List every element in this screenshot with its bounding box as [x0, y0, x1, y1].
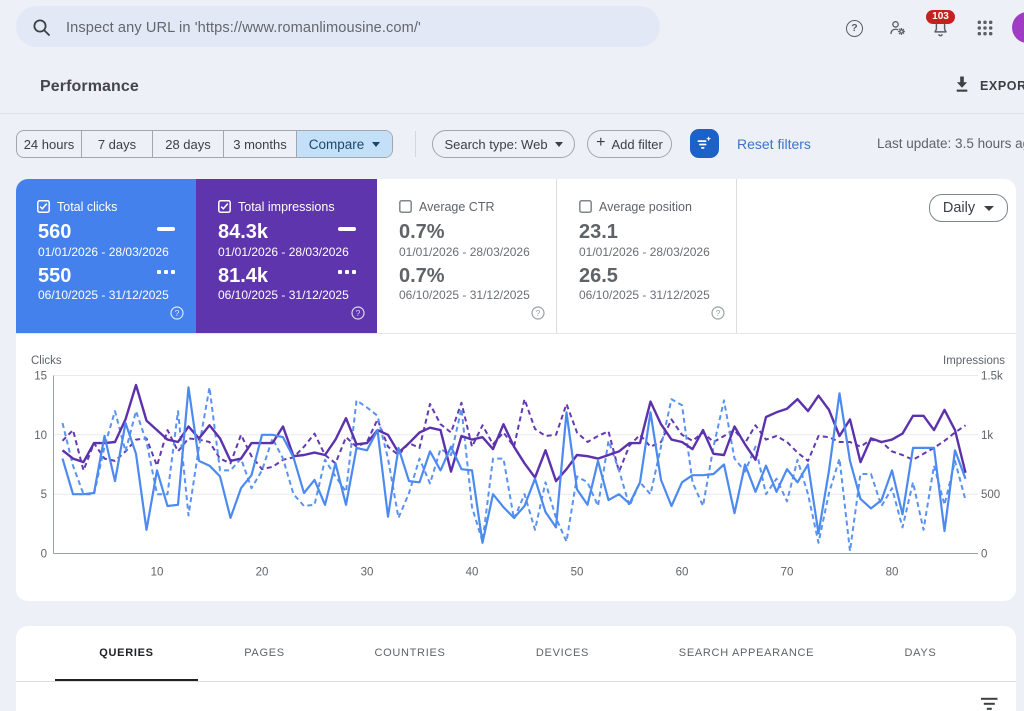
svg-text:?: ? [716, 308, 721, 318]
svg-text:30: 30 [361, 567, 374, 579]
svg-text:70: 70 [781, 567, 794, 579]
svg-text:Impressions: Impressions [943, 355, 1005, 367]
svg-text:1.5k: 1.5k [981, 371, 1003, 383]
svg-text:Clicks: Clicks [31, 355, 62, 367]
svg-text:50: 50 [571, 567, 584, 579]
svg-text:10: 10 [34, 430, 47, 442]
svg-text:80: 80 [886, 567, 899, 579]
svg-text:40: 40 [466, 567, 479, 579]
svg-text:0: 0 [41, 549, 47, 561]
svg-text:20: 20 [256, 567, 269, 579]
svg-text:10: 10 [151, 567, 164, 579]
svg-text:60: 60 [676, 567, 689, 579]
svg-text:500: 500 [981, 489, 1000, 501]
svg-text:15: 15 [34, 371, 47, 383]
svg-text:0: 0 [981, 549, 987, 561]
svg-text:5: 5 [41, 489, 47, 501]
svg-text:?: ? [356, 308, 361, 318]
svg-text:?: ? [536, 308, 541, 318]
svg-text:1k: 1k [981, 430, 993, 442]
svg-text:?: ? [175, 308, 180, 318]
